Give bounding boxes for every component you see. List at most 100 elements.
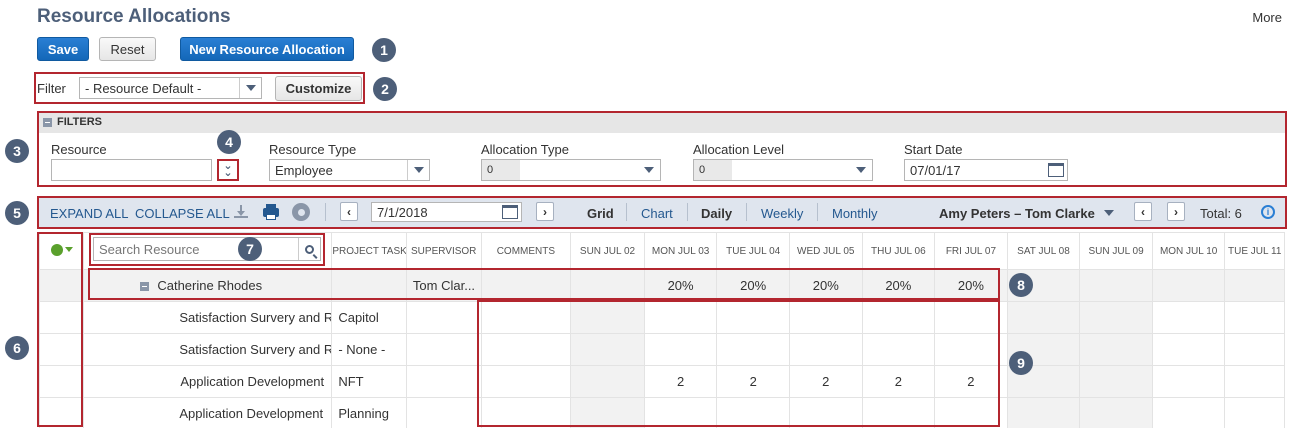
day-cell[interactable] xyxy=(1006,301,1081,334)
double-chevron-down-icon[interactable]: ⌄ ⌄ xyxy=(220,161,236,179)
start-date-input[interactable]: 07/01/17 xyxy=(904,159,1068,181)
day-cell[interactable] xyxy=(1151,269,1226,302)
allocation-type-label: Allocation Type xyxy=(481,142,569,157)
new-resource-allocation-button[interactable]: New Resource Allocation xyxy=(180,37,354,61)
row-name-cell[interactable]: Application Development xyxy=(83,365,333,398)
expand-all-link[interactable]: EXPAND ALL xyxy=(50,206,129,221)
prev-date-button[interactable]: ‹ xyxy=(340,202,358,221)
filter-select-value: - Resource Default - xyxy=(85,80,202,96)
callout-6: 6 xyxy=(5,336,29,360)
chevron-right-icon: › xyxy=(1174,204,1178,219)
resource-type-value: Employee xyxy=(275,162,333,178)
day-cell[interactable] xyxy=(1151,301,1226,334)
more-link[interactable]: More xyxy=(1252,10,1282,25)
column-header: WED JUL 05 xyxy=(788,232,863,270)
calendar-icon[interactable] xyxy=(1048,163,1064,177)
start-date-label: Start Date xyxy=(904,142,963,157)
callout-3: 3 xyxy=(5,139,29,163)
day-cell[interactable] xyxy=(1151,333,1226,366)
download-icon[interactable] xyxy=(233,204,249,220)
allocation-level-label: Allocation Level xyxy=(693,142,785,157)
callout-7: 7 xyxy=(238,237,262,261)
allocation-level-value: 0 xyxy=(699,164,706,176)
page-title: Resource Allocations xyxy=(37,6,231,27)
highlight-allocation-cells xyxy=(477,300,1000,427)
column-header: FRI JUL 07 xyxy=(934,232,1008,270)
print-icon[interactable] xyxy=(263,204,279,220)
calendar-icon[interactable] xyxy=(502,205,518,219)
chart-view-link[interactable]: Chart xyxy=(641,206,673,221)
day-cell[interactable] xyxy=(1224,333,1285,366)
column-header: SAT JUL 08 xyxy=(1006,232,1081,270)
column-header: THU JUL 06 xyxy=(861,232,936,270)
highlight-search-box xyxy=(89,233,325,266)
resource-range-select[interactable]: Amy Peters – Tom Clarke xyxy=(939,206,1095,221)
gear-icon[interactable] xyxy=(292,203,310,221)
resource-type-label: Resource Type xyxy=(269,142,357,157)
start-date-value: 07/01/17 xyxy=(910,162,961,178)
grid-view-link[interactable]: Grid xyxy=(587,206,614,221)
daily-link[interactable]: Daily xyxy=(701,206,732,221)
collapse-all-link[interactable]: COLLAPSE ALL xyxy=(135,206,230,221)
chevron-down-icon xyxy=(638,160,660,180)
day-cell[interactable] xyxy=(1151,397,1226,428)
project-task-cell: NFT xyxy=(331,365,407,398)
info-icon[interactable]: i xyxy=(1261,205,1275,219)
chevron-down-icon xyxy=(407,160,429,180)
day-cell[interactable] xyxy=(1224,365,1285,398)
prev-page-button[interactable]: ‹ xyxy=(1134,202,1152,221)
allocation-type-value: 0 xyxy=(487,164,494,176)
row-name-cell[interactable]: Satisfaction Survery and Report xyxy=(83,333,333,366)
project-task-cell: Capitol xyxy=(331,301,407,334)
column-header: MON JUL 10 xyxy=(1151,232,1226,270)
chevron-down-icon[interactable] xyxy=(1104,210,1114,216)
day-cell[interactable] xyxy=(1079,365,1153,398)
callout-5: 5 xyxy=(5,201,29,225)
next-date-button[interactable]: › xyxy=(536,202,554,221)
day-cell[interactable] xyxy=(1006,397,1081,428)
column-header: COMMENTS xyxy=(480,232,572,270)
chevron-down-icon xyxy=(239,78,261,98)
customize-button[interactable]: Customize xyxy=(275,76,362,101)
highlight-group-row xyxy=(88,268,1000,300)
project-task-cell: - None - xyxy=(331,333,407,366)
day-cell[interactable] xyxy=(1079,269,1153,302)
save-button[interactable]: Save xyxy=(37,37,89,61)
next-page-button[interactable]: › xyxy=(1167,202,1185,221)
resource-label: Resource xyxy=(51,142,107,157)
column-header: TUE JUL 11 xyxy=(1224,232,1285,270)
row-name-cell[interactable]: Application Development xyxy=(83,397,333,428)
allocation-level-select[interactable]: 0 xyxy=(693,159,873,181)
weekly-link[interactable]: Weekly xyxy=(761,206,803,221)
day-cell[interactable] xyxy=(1224,269,1285,302)
day-cell[interactable] xyxy=(1224,397,1285,428)
resource-input[interactable] xyxy=(51,159,212,181)
project-task-cell: Planning xyxy=(331,397,407,428)
monthly-link[interactable]: Monthly xyxy=(832,206,878,221)
day-cell[interactable] xyxy=(1079,333,1153,366)
day-cell[interactable] xyxy=(1079,301,1153,334)
column-header: TUE JUL 04 xyxy=(716,232,790,270)
column-header: PROJECT TASK xyxy=(331,232,407,270)
total-count: Total: 6 xyxy=(1200,206,1242,221)
callout-4: 4 xyxy=(217,130,241,154)
column-header: SUN JUL 09 xyxy=(1079,232,1153,270)
date-value: 7/1/2018 xyxy=(377,204,428,220)
day-cell[interactable] xyxy=(1079,397,1153,428)
highlight-row-settings-column xyxy=(37,232,83,427)
column-header: SUN JUL 02 xyxy=(570,232,645,270)
callout-2: 2 xyxy=(373,77,397,101)
day-cell[interactable] xyxy=(1224,301,1285,334)
day-cell[interactable] xyxy=(1151,365,1226,398)
callout-1: 1 xyxy=(372,38,396,62)
callout-8: 8 xyxy=(1009,273,1033,297)
row-name-cell[interactable]: Satisfaction Survery and Report xyxy=(83,301,333,334)
column-header: MON JUL 03 xyxy=(643,232,718,270)
resource-type-select[interactable]: Employee xyxy=(269,159,430,181)
chevron-left-icon: ‹ xyxy=(1141,204,1145,219)
callout-9: 9 xyxy=(1009,351,1033,375)
allocation-type-select[interactable]: 0 xyxy=(481,159,661,181)
filter-select[interactable]: - Resource Default - xyxy=(79,77,262,99)
reset-button[interactable]: Reset xyxy=(99,37,156,61)
date-input[interactable]: 7/1/2018 xyxy=(371,202,522,222)
